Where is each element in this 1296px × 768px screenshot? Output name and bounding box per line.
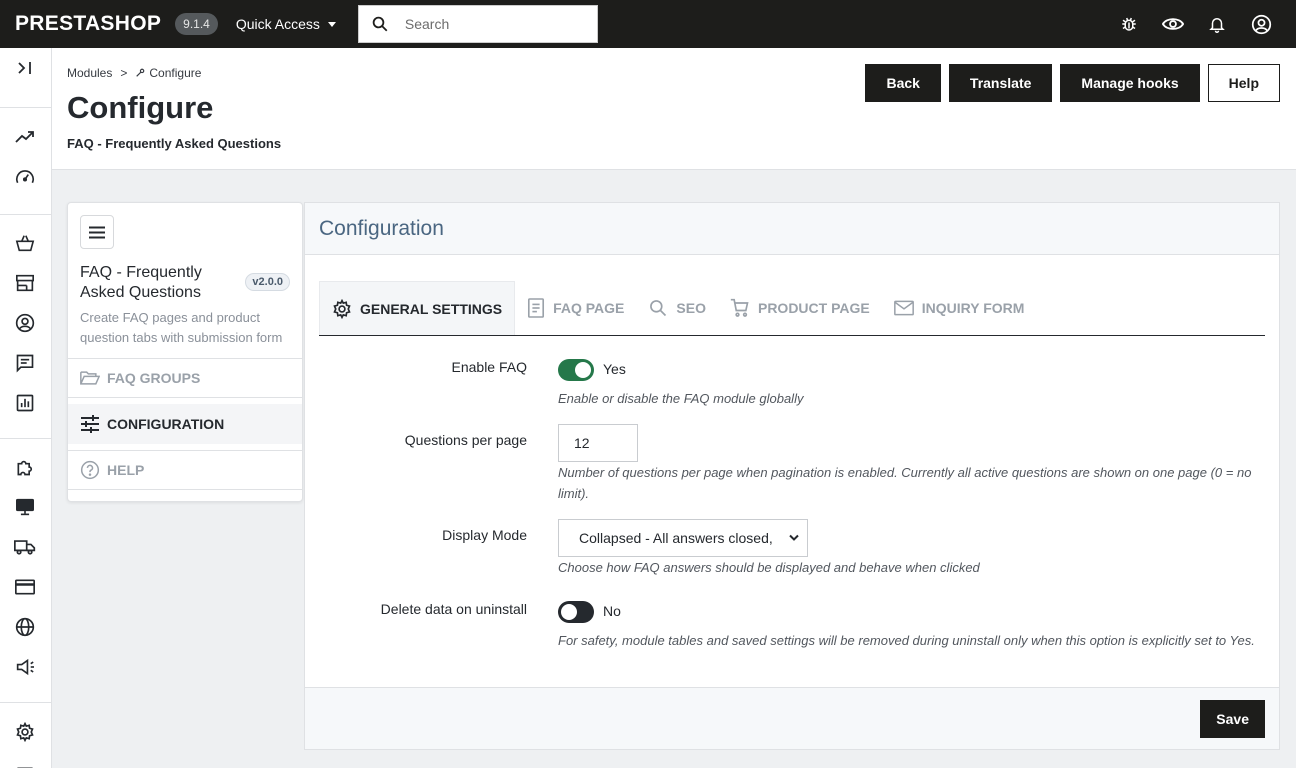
module-description: Create FAQ pages and product question ta… [80, 310, 283, 345]
account-icon[interactable] [1250, 13, 1272, 35]
payment-card-icon[interactable] [13, 575, 37, 599]
hamburger-icon [89, 226, 105, 238]
chevron-down-icon [789, 534, 799, 541]
page-icon [528, 298, 545, 318]
basket-icon[interactable] [13, 231, 37, 255]
prestashop-logo[interactable]: PRESTASHOP [15, 12, 161, 36]
store-icon[interactable] [13, 271, 37, 295]
module-side-panel: FAQ - Frequently Asked Questions v2.0.0 … [67, 202, 303, 502]
international-globe-icon[interactable] [13, 615, 37, 639]
enable-faq-help: Enable or disable the FAQ module globall… [558, 391, 804, 406]
search-box[interactable] [357, 5, 598, 43]
search-input[interactable] [404, 16, 585, 32]
quick-access-label: Quick Access [235, 16, 320, 32]
sidebar-item-label: CONFIGURATION [107, 416, 225, 432]
delete-data-toggle[interactable] [558, 601, 594, 623]
settings-gear-icon[interactable] [13, 720, 37, 744]
tab-faq-page[interactable]: FAQ PAGE [515, 281, 636, 335]
breadcrumb-current: Configure [135, 66, 201, 80]
breadcrumb-modules-link[interactable]: Modules [67, 66, 112, 80]
card-footer: Save [305, 687, 1279, 749]
tab-inquiry-form[interactable]: INQUIRY FORM [882, 281, 1037, 335]
eye-icon[interactable] [1162, 13, 1184, 35]
menu-toggle-button[interactable] [80, 215, 114, 249]
left-sidebar [0, 48, 52, 768]
folder-open-icon [80, 371, 100, 385]
tab-label: PRODUCT PAGE [757, 300, 870, 316]
enable-faq-toggle[interactable] [558, 359, 594, 381]
manage-hooks-button[interactable]: Manage hooks [1060, 64, 1200, 102]
configuration-card: Configuration GENERAL SETTINGS FAQ PAGE … [304, 202, 1280, 750]
breadcrumb: Modules > Configure [67, 66, 201, 80]
sidebar-item-label: HELP [107, 462, 145, 478]
page-title: Configure [67, 90, 214, 125]
help-circle-icon [80, 460, 100, 480]
wrench-icon [136, 68, 145, 77]
display-mode-label: Display Mode [442, 527, 527, 543]
tune-icon [81, 415, 99, 433]
sidebar-item-help[interactable]: HELP [68, 450, 302, 490]
tab-label: SEO [676, 300, 706, 316]
version-badge: 9.1.4 [175, 13, 218, 35]
cart-icon [730, 298, 749, 317]
modules-puzzle-icon[interactable] [13, 455, 37, 479]
save-button[interactable]: Save [1200, 700, 1265, 738]
tab-seo[interactable]: SEO [636, 281, 718, 335]
sidebar-item-label: FAQ GROUPS [107, 370, 201, 386]
speedometer-icon[interactable] [13, 165, 37, 189]
stats-trend-icon[interactable] [13, 125, 37, 149]
help-button[interactable]: Help [1207, 64, 1280, 102]
settings-tabs: GENERAL SETTINGS FAQ PAGE SEO PRODUCT PA… [319, 281, 1265, 336]
shipping-truck-icon[interactable] [13, 535, 37, 559]
chevron-down-icon [327, 21, 336, 27]
delete-data-label: Delete data on uninstall [380, 601, 527, 617]
page-header: Modules > Configure Configure FAQ - Freq… [52, 48, 1296, 170]
tab-label: GENERAL SETTINGS [360, 300, 503, 317]
delete-data-help: For safety, module tables and saved sett… [558, 633, 1255, 648]
tab-general-settings[interactable]: GENERAL SETTINGS [319, 281, 516, 335]
breadcrumb-current-label: Configure [149, 66, 202, 80]
module-name: FAQ - Frequently Asked Questions [80, 264, 202, 301]
questions-per-page-label: Questions per page [404, 432, 527, 448]
tab-product-page[interactable]: PRODUCT PAGE [718, 281, 882, 335]
delete-data-state: No [603, 603, 621, 619]
enable-faq-state: Yes [603, 361, 626, 377]
back-button[interactable]: Back [865, 64, 941, 102]
advanced-icon[interactable] [13, 758, 37, 768]
tab-label: FAQ PAGE [553, 300, 625, 316]
sidebar-item-faq-groups[interactable]: FAQ GROUPS [68, 358, 302, 398]
tab-label: INQUIRY FORM [921, 300, 1025, 316]
questions-per-page-help: Number of questions per page when pagina… [558, 465, 1252, 501]
bell-icon[interactable] [1206, 13, 1228, 35]
sidebar-item-configuration[interactable]: CONFIGURATION [68, 404, 302, 444]
search-icon [650, 300, 667, 317]
display-mode-value: Collapsed - All answers closed, [579, 530, 773, 546]
page-subtitle: FAQ - Frequently Asked Questions [67, 136, 282, 151]
enable-faq-label: Enable FAQ [451, 359, 528, 375]
marketing-megaphone-icon[interactable] [13, 655, 37, 679]
customer-icon[interactable] [13, 311, 37, 335]
expand-sidebar-icon[interactable] [13, 56, 37, 80]
quick-access-dropdown[interactable]: Quick Access [236, 16, 336, 32]
module-version-badge: v2.0.0 [245, 273, 290, 291]
card-header: Configuration [305, 203, 1279, 255]
breadcrumb-separator: > [120, 66, 128, 80]
card-title: Configuration [319, 217, 444, 240]
display-mode-help: Choose how FAQ answers should be display… [558, 560, 980, 575]
translate-button[interactable]: Translate [948, 64, 1053, 102]
top-bar: PRESTASHOP 9.1.4 Quick Access [0, 0, 1296, 48]
design-monitor-icon[interactable] [13, 495, 37, 519]
questions-per-page-input[interactable] [558, 424, 638, 462]
reports-chart-icon[interactable] [13, 391, 37, 415]
bug-icon[interactable] [1118, 13, 1140, 35]
messages-icon[interactable] [13, 351, 37, 375]
gear-icon [333, 298, 351, 319]
mail-icon [893, 300, 914, 316]
search-icon [372, 16, 388, 32]
display-mode-select[interactable]: Collapsed - All answers closed, [558, 519, 808, 557]
